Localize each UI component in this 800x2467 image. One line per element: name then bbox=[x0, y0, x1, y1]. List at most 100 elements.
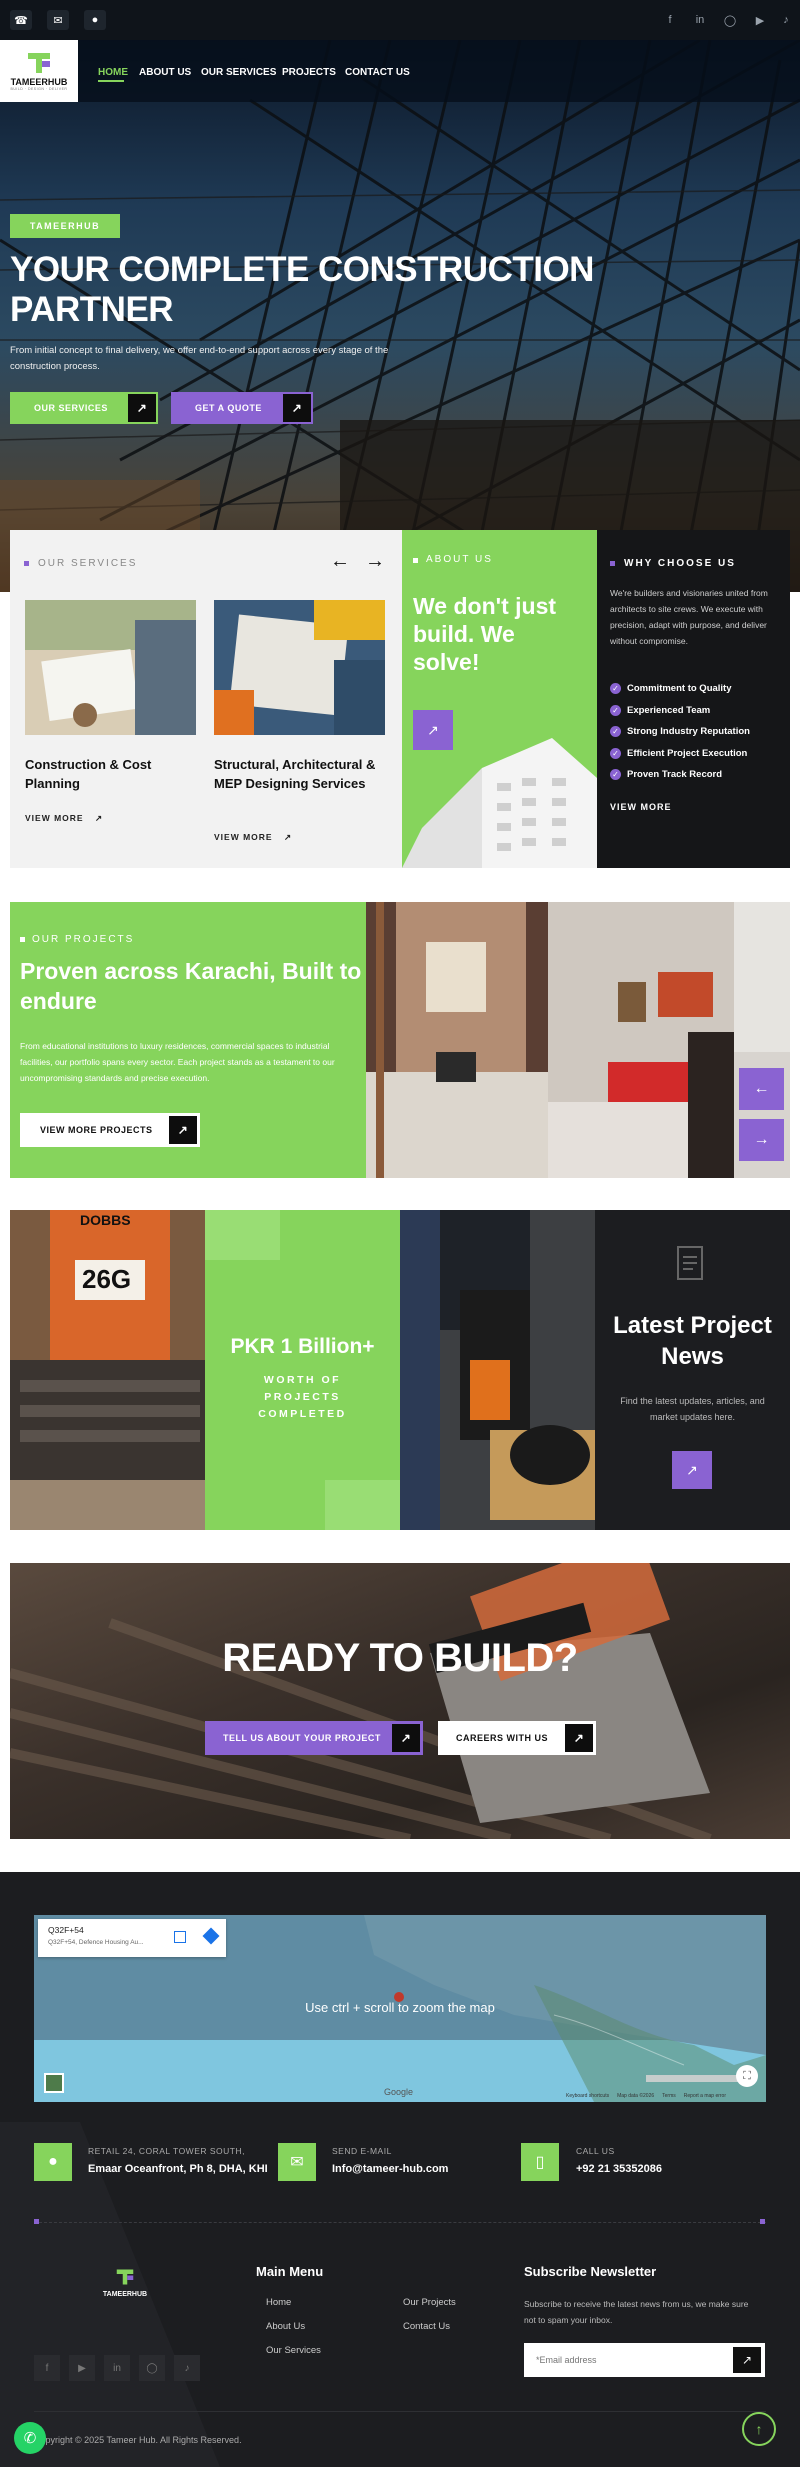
map-fullscreen-icon[interactable]: ⛶ bbox=[736, 2065, 758, 2087]
service-link-planning[interactable]: VIEW MORE ↗ bbox=[25, 813, 103, 824]
scroll-to-top-icon[interactable]: ↑ bbox=[742, 2412, 776, 2446]
logo-mark-icon bbox=[28, 53, 50, 73]
map-attribution: Keyboard shortcuts Map data ©2026 Terms … bbox=[566, 2093, 726, 2099]
nav-projects[interactable]: PROJECTS bbox=[282, 67, 336, 78]
our-services-button[interactable]: OUR SERVICES ↗ bbox=[10, 392, 158, 424]
map-layers-icon[interactable] bbox=[44, 2073, 64, 2093]
arrow-up-right-icon: ↗ bbox=[565, 1724, 593, 1752]
contact-phone-value[interactable]: +92 21 35352086 bbox=[576, 2163, 662, 2175]
newsletter-form: ↗ bbox=[524, 2343, 765, 2377]
instagram-icon[interactable]: ◯ bbox=[722, 12, 738, 28]
section-marker-icon bbox=[20, 937, 25, 942]
news-arrow-button[interactable]: ↗ bbox=[672, 1451, 712, 1489]
map-google-logo: Google bbox=[384, 2087, 414, 2097]
hero-subtitle: From initial concept to final delivery, … bbox=[10, 345, 389, 372]
services-label: OUR SERVICES bbox=[38, 558, 138, 569]
location-pin-icon: ● bbox=[34, 2143, 72, 2181]
contact-email-label: SEND E-MAIL bbox=[332, 2146, 392, 2156]
section-marker-icon bbox=[24, 561, 29, 566]
arrow-left-icon[interactable]: ← bbox=[330, 550, 350, 573]
about-panel: ABOUT US We don't just build. We solve! … bbox=[402, 530, 597, 868]
footer-link-projects[interactable]: Our Projects bbox=[403, 2297, 456, 2308]
why-choose-panel: WHY CHOOSE US We're builders and visiona… bbox=[597, 530, 790, 868]
site-logo[interactable]: TAMEERHUB BUILD · DESIGN · DELIVER bbox=[0, 40, 78, 102]
service-title-design[interactable]: Structural, Architectural & MEP Designin… bbox=[214, 755, 394, 793]
nav-active-indicator bbox=[98, 80, 124, 82]
hero-tag: TAMEERHUB bbox=[10, 214, 120, 238]
nav-about[interactable]: ABOUT US bbox=[139, 67, 191, 78]
linkedin-icon[interactable]: in bbox=[104, 2355, 130, 2381]
instagram-icon[interactable]: ◯ bbox=[139, 2355, 165, 2381]
youtube-icon[interactable]: ▶ bbox=[69, 2355, 95, 2381]
project-image-office[interactable] bbox=[366, 902, 548, 1178]
projects-panel: OUR PROJECTS Proven across Karachi, Buil… bbox=[10, 902, 366, 1178]
service-title-planning[interactable]: Construction & Cost Planning bbox=[25, 755, 196, 793]
view-more-projects-button[interactable]: VIEW MORE PROJECTS ↗ bbox=[20, 1113, 200, 1147]
location-icon[interactable]: ● bbox=[84, 10, 106, 30]
facebook-icon[interactable]: f bbox=[662, 12, 678, 28]
carousel-next-button[interactable]: → bbox=[739, 1119, 784, 1161]
subscribe-button[interactable]: ↗ bbox=[733, 2347, 761, 2373]
view-more-label: VIEW MORE bbox=[25, 813, 84, 823]
project-image-reception[interactable] bbox=[548, 902, 734, 1178]
facebook-icon[interactable]: f bbox=[34, 2355, 60, 2381]
view-more-label: VIEW MORE bbox=[214, 832, 273, 842]
phone-icon[interactable]: ☎ bbox=[10, 10, 32, 30]
mail-icon[interactable]: ✉ bbox=[47, 10, 69, 30]
open-in-maps-icon[interactable] bbox=[174, 1931, 186, 1943]
whatsapp-icon[interactable]: ✆ bbox=[14, 2422, 46, 2454]
service-link-design[interactable]: VIEW MORE ↗ bbox=[214, 832, 292, 843]
arrow-up-right-icon: ↗ bbox=[283, 394, 311, 422]
arrow-up-right-icon: ↗ bbox=[169, 1116, 197, 1144]
email-input[interactable] bbox=[524, 2343, 729, 2377]
hero-title-line2: PARTNER bbox=[10, 290, 174, 329]
nav-home[interactable]: HOME bbox=[98, 67, 128, 78]
why-view-more-link[interactable]: VIEW MORE bbox=[610, 802, 672, 812]
footer-divider bbox=[34, 2222, 766, 2223]
newsletter-text: Subscribe to receive the latest news fro… bbox=[524, 2299, 749, 2325]
map-place-address: Q32F+54, Defence Housing Au... bbox=[48, 1939, 144, 1946]
youtube-icon[interactable]: ▶ bbox=[752, 12, 768, 28]
footer-logo[interactable]: TAMEERHUB bbox=[95, 2268, 155, 2298]
get-quote-label: GET A QUOTE bbox=[195, 403, 262, 413]
contact-address-label: RETAIL 24, CORAL TOWER SOUTH, bbox=[88, 2146, 245, 2156]
service-image-design[interactable] bbox=[214, 600, 385, 735]
check-icon: ✓ bbox=[610, 726, 621, 738]
map-data-credit: Map data ©2026 bbox=[617, 2093, 655, 2099]
section-marker-icon bbox=[413, 558, 418, 563]
nav-services[interactable]: OUR SERVICES bbox=[201, 67, 276, 78]
footer-link-services[interactable]: Our Services bbox=[266, 2345, 321, 2356]
decor-shape bbox=[325, 1480, 400, 1530]
careers-button[interactable]: CAREERS WITH US ↗ bbox=[438, 1721, 596, 1755]
tiktok-icon[interactable]: ♪ bbox=[174, 2355, 200, 2381]
about-label: ABOUT US bbox=[426, 554, 493, 565]
footer-link-contact[interactable]: Contact Us bbox=[403, 2321, 450, 2332]
map-keyboard-shortcuts[interactable]: Keyboard shortcuts bbox=[566, 2093, 609, 2099]
copyright-text: Copyright © 2025 Tameer Hub. All Rights … bbox=[34, 2435, 242, 2445]
map-terms-link[interactable]: Terms bbox=[662, 2093, 676, 2099]
nav-contact[interactable]: CONTACT US bbox=[345, 67, 410, 78]
get-quote-button[interactable]: GET A QUOTE ↗ bbox=[171, 392, 313, 424]
tell-us-project-button[interactable]: TELL US ABOUT YOUR PROJECT ↗ bbox=[205, 1721, 423, 1755]
footer-link-about[interactable]: About Us bbox=[266, 2321, 305, 2332]
check-icon: ✓ bbox=[610, 769, 621, 781]
arrow-up-right-icon: ↗ bbox=[94, 813, 104, 823]
design-photo bbox=[214, 600, 385, 735]
machine-brand-label: DOBBS bbox=[80, 1212, 131, 1228]
arrow-right-icon[interactable]: → bbox=[365, 550, 385, 573]
footer-bottom-divider bbox=[34, 2411, 766, 2412]
service-image-planning[interactable] bbox=[25, 600, 196, 735]
map-report-link[interactable]: Report a map error bbox=[684, 2093, 726, 2099]
list-item: ✓ Efficient Project Execution bbox=[610, 743, 750, 765]
linkedin-icon[interactable]: in bbox=[692, 12, 708, 28]
why-label: WHY CHOOSE US bbox=[624, 558, 736, 569]
carousel-prev-button[interactable]: ← bbox=[739, 1068, 784, 1110]
footer-link-home[interactable]: Home bbox=[266, 2297, 291, 2308]
contact-email-value[interactable]: Info@tameer-hub.com bbox=[332, 2163, 448, 2175]
projects-text: From educational institutions to luxury … bbox=[20, 1041, 335, 1083]
stats-caption: WORTH OF PROJECTS COMPLETED bbox=[258, 1374, 347, 1420]
directions-icon[interactable] bbox=[202, 1927, 220, 1945]
map-embed[interactable]: Q32F+54 Q32F+54, Defence Housing Au... U… bbox=[34, 1915, 766, 2102]
map-zoom-hint: Use ctrl + scroll to zoom the map bbox=[305, 2000, 495, 2015]
tiktok-icon[interactable]: ♪ bbox=[778, 12, 794, 28]
